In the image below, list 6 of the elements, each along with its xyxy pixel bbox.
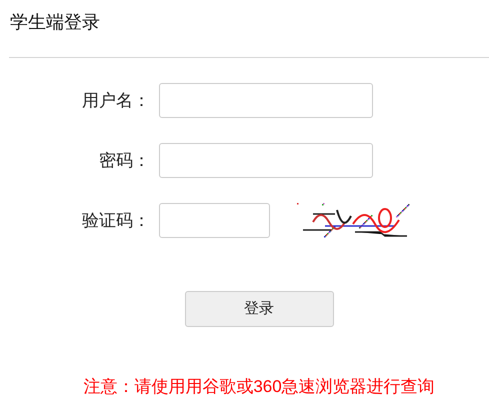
field-label: 用户名： bbox=[81, 90, 150, 112]
field-label: 验证码： bbox=[81, 210, 150, 232]
page-title: 学生端登录 bbox=[10, 11, 100, 34]
notice-text: 注意：请使用用谷歌或360急速浏览器进行查询 bbox=[83, 376, 435, 398]
login-button[interactable]: 登录 bbox=[184, 291, 334, 327]
field-label: 密码： bbox=[98, 150, 150, 172]
